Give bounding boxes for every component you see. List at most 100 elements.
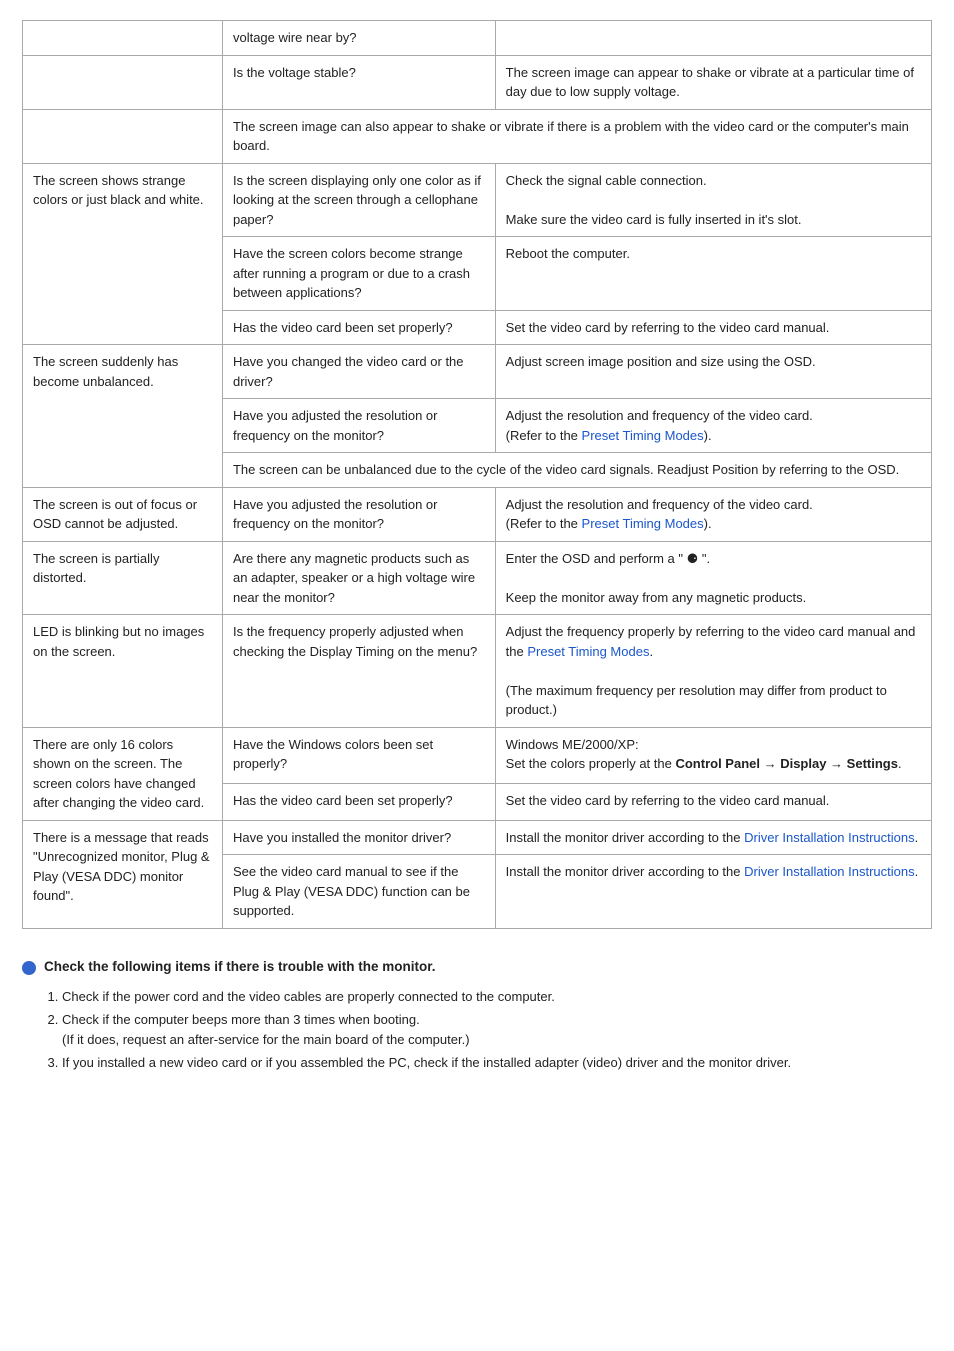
check-cell: Have the Windows colors been set properl…: [222, 727, 495, 784]
list-item: If you installed a new video card or if …: [62, 1053, 932, 1073]
problem-text: LED is blinking but no images on the scr…: [33, 624, 204, 659]
check-cell: See the video card manual to see if the …: [222, 855, 495, 929]
check-text: Has the video card been set properly?: [233, 320, 453, 335]
solution-cell: [495, 21, 931, 56]
solution-text-end: .: [649, 644, 653, 659]
check-text: Is the screen displaying only one color …: [233, 173, 481, 227]
trouble-table: voltage wire near by? Is the voltage sta…: [22, 20, 932, 929]
problem-text: The screen suddenly has become unbalance…: [33, 354, 178, 389]
list-item: Check if the power cord and the video ca…: [62, 987, 932, 1007]
bottom-header: Check the following items if there is tr…: [22, 959, 932, 975]
check-cell: Have you adjusted the resolution or freq…: [222, 487, 495, 541]
solution-text-2: Keep the monitor away from any magnetic …: [506, 590, 807, 605]
problem-cell: [23, 109, 223, 163]
table-row: The screen is out of focus or OSD cannot…: [23, 487, 932, 541]
solution-text: Reboot the computer.: [506, 246, 630, 261]
table-row: LED is blinking but no images on the scr…: [23, 615, 932, 728]
span-text: The screen can be unbalanced due to the …: [233, 462, 899, 477]
problem-cell: The screen shows strange colors or just …: [23, 163, 223, 345]
problem-cell: [23, 21, 223, 56]
solution-text: Install the monitor driver according to …: [506, 864, 744, 879]
span-cell: The screen image can also appear to shak…: [222, 109, 931, 163]
problem-text: There are only 16 colors shown on the sc…: [33, 737, 204, 811]
solution-text-end: ).: [704, 428, 712, 443]
problem-cell: There are only 16 colors shown on the sc…: [23, 727, 223, 820]
solution-text: The screen image can appear to shake or …: [506, 65, 914, 100]
solution-cell: Adjust the frequency properly by referri…: [495, 615, 931, 728]
solution-cell: Adjust the resolution and frequency of t…: [495, 399, 931, 453]
solution-text-2: Make sure the video card is fully insert…: [506, 212, 802, 227]
check-cell: Has the video card been set properly?: [222, 784, 495, 820]
check-text: Has the video card been set properly?: [233, 793, 453, 808]
check-text: Have the Windows colors been set properl…: [233, 737, 433, 772]
solution-text: Enter the OSD and perform a " ⚈ ".: [506, 551, 710, 566]
page-container: voltage wire near by? Is the voltage sta…: [22, 20, 932, 1073]
blue-dot-icon: [22, 961, 36, 975]
solution-cell: Check the signal cable connection. Make …: [495, 163, 931, 237]
span-cell: The screen can be unbalanced due to the …: [222, 453, 931, 488]
problem-text: The screen shows strange colors or just …: [33, 173, 204, 208]
preset-timing-link-2[interactable]: Preset Timing Modes: [582, 516, 704, 531]
problem-cell: There is a message that reads "Unrecogni…: [23, 820, 223, 928]
bottom-list: Check if the power cord and the video ca…: [52, 987, 932, 1073]
solution-text: Set the video card by referring to the v…: [506, 320, 830, 335]
problem-cell: LED is blinking but no images on the scr…: [23, 615, 223, 728]
driver-install-link-1[interactable]: Driver Installation Instructions: [744, 830, 915, 845]
preset-timing-link-3[interactable]: Preset Timing Modes: [527, 644, 649, 659]
check-text: Are there any magnetic products such as …: [233, 551, 475, 605]
solution-cell: Install the monitor driver according to …: [495, 820, 931, 855]
solution-text: Install the monitor driver according to …: [506, 830, 744, 845]
solution-text-end: ).: [704, 516, 712, 531]
solution-cell: Reboot the computer.: [495, 237, 931, 311]
check-text: Have the screen colors become strange af…: [233, 246, 470, 300]
table-row: The screen is partially distorted. Are t…: [23, 541, 932, 615]
bottom-section: Check the following items if there is tr…: [22, 959, 932, 1073]
check-text: Have you adjusted the resolution or freq…: [233, 408, 438, 443]
problem-text: The screen is partially distorted.: [33, 551, 159, 586]
solution-cell: Adjust screen image position and size us…: [495, 345, 931, 399]
solution-text-2: (The maximum frequency per resolution ma…: [506, 683, 887, 718]
solution-cell: Install the monitor driver according to …: [495, 855, 931, 929]
solution-cell: Enter the OSD and perform a " ⚈ ". Keep …: [495, 541, 931, 615]
check-cell: Has the video card been set properly?: [222, 310, 495, 345]
check-text: voltage wire near by?: [233, 30, 357, 45]
check-text: Have you installed the monitor driver?: [233, 830, 451, 845]
check-text: See the video card manual to see if the …: [233, 864, 470, 918]
list-item-sub: (If it does, request an after-service fo…: [62, 1032, 470, 1047]
preset-timing-link-1[interactable]: Preset Timing Modes: [582, 428, 704, 443]
list-item: Check if the computer beeps more than 3 …: [62, 1010, 932, 1049]
check-cell: Is the screen displaying only one color …: [222, 163, 495, 237]
check-text: Is the frequency properly adjusted when …: [233, 624, 477, 659]
check-cell: Have you adjusted the resolution or freq…: [222, 399, 495, 453]
driver-install-link-2[interactable]: Driver Installation Instructions: [744, 864, 915, 879]
problem-text: The screen is out of focus or OSD cannot…: [33, 497, 197, 532]
problem-cell: The screen suddenly has become unbalance…: [23, 345, 223, 488]
check-text: Have you adjusted the resolution or freq…: [233, 497, 438, 532]
solution-text-end: .: [915, 864, 919, 879]
problem-cell: The screen is partially distorted.: [23, 541, 223, 615]
bottom-header-text: Check the following items if there is tr…: [44, 959, 436, 974]
check-text: Have you changed the video card or the d…: [233, 354, 464, 389]
solution-text: Windows ME/2000/XP:Set the colors proper…: [506, 737, 902, 772]
list-item-text: Check if the power cord and the video ca…: [62, 989, 555, 1004]
solution-text: Adjust screen image position and size us…: [506, 354, 816, 369]
solution-text-end: .: [915, 830, 919, 845]
check-cell: Have you changed the video card or the d…: [222, 345, 495, 399]
table-row: There are only 16 colors shown on the sc…: [23, 727, 932, 784]
problem-cell: [23, 55, 223, 109]
check-cell: voltage wire near by?: [222, 21, 495, 56]
problem-cell: The screen is out of focus or OSD cannot…: [23, 487, 223, 541]
solution-cell: Set the video card by referring to the v…: [495, 310, 931, 345]
solution-cell: Adjust the resolution and frequency of t…: [495, 487, 931, 541]
check-cell: Have the screen colors become strange af…: [222, 237, 495, 311]
table-row: The screen suddenly has become unbalance…: [23, 345, 932, 399]
check-cell: Is the voltage stable?: [222, 55, 495, 109]
check-cell: Have you installed the monitor driver?: [222, 820, 495, 855]
list-item-text: Check if the computer beeps more than 3 …: [62, 1012, 420, 1027]
check-text: Is the voltage stable?: [233, 65, 356, 80]
solution-cell: Windows ME/2000/XP:Set the colors proper…: [495, 727, 931, 784]
solution-text: Check the signal cable connection.: [506, 173, 707, 188]
span-text: The screen image can also appear to shak…: [233, 119, 909, 154]
problem-text: There is a message that reads "Unrecogni…: [33, 830, 210, 904]
table-row: The screen image can also appear to shak…: [23, 109, 932, 163]
